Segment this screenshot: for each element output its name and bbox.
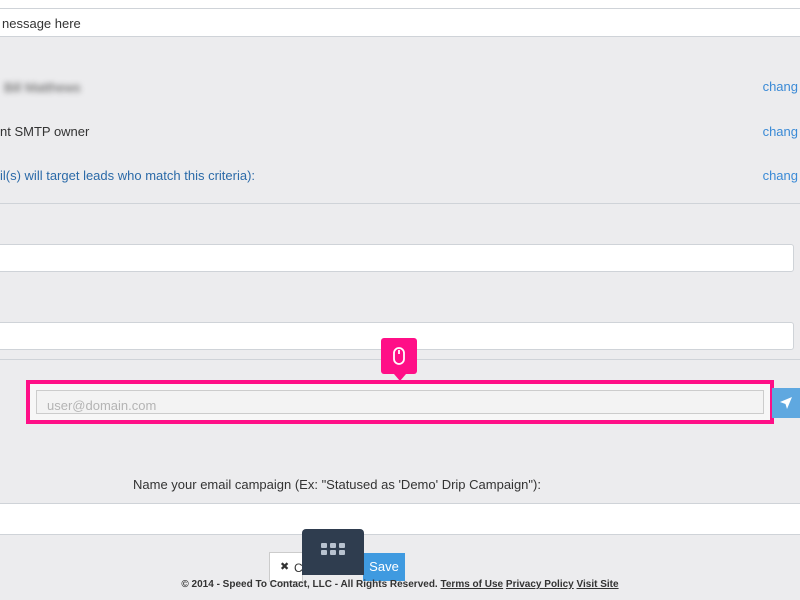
- mouse-icon: [393, 347, 405, 365]
- app-grid-button[interactable]: [302, 529, 364, 575]
- message-field-text: nessage here: [2, 16, 81, 31]
- smtp-owner-text: nt SMTP owner: [0, 124, 90, 139]
- privacy-link[interactable]: Privacy Policy: [506, 579, 574, 590]
- test-email-input[interactable]: user@domain.com: [36, 390, 764, 414]
- message-field[interactable]: nessage here: [0, 9, 800, 37]
- close-icon: ✖: [280, 561, 290, 573]
- campaign-name-input[interactable]: [0, 503, 800, 535]
- top-strip: [0, 0, 800, 9]
- save-button[interactable]: Save: [363, 553, 405, 581]
- change-criteria-link[interactable]: chang: [763, 168, 798, 183]
- send-test-button[interactable]: [772, 388, 800, 418]
- paper-plane-icon: [780, 397, 792, 409]
- section-divider-1: [0, 203, 800, 204]
- test-email-placeholder: user@domain.com: [47, 398, 157, 413]
- footer-copyright: © 2014 - Speed To Contact, LLC - All Rig…: [181, 579, 438, 590]
- change-smtp-link[interactable]: chang: [763, 124, 798, 139]
- criteria-text: il(s) will target leads who match this c…: [0, 168, 256, 183]
- campaign-name-label: Name your email campaign (Ex: "Statused …: [133, 477, 541, 492]
- change-from-link[interactable]: chang: [763, 79, 798, 94]
- visit-site-link[interactable]: Visit Site: [577, 579, 619, 590]
- grid-icon: [302, 529, 364, 575]
- click-hint-tooltip: [381, 338, 417, 381]
- field-input-1[interactable]: [0, 244, 794, 272]
- page-footer: © 2014 - Speed To Contact, LLC - All Rig…: [0, 578, 800, 598]
- from-value: Bill Matthews: [4, 80, 81, 95]
- test-email-highlight: user@domain.com: [26, 380, 774, 424]
- terms-link[interactable]: Terms of Use: [441, 579, 504, 590]
